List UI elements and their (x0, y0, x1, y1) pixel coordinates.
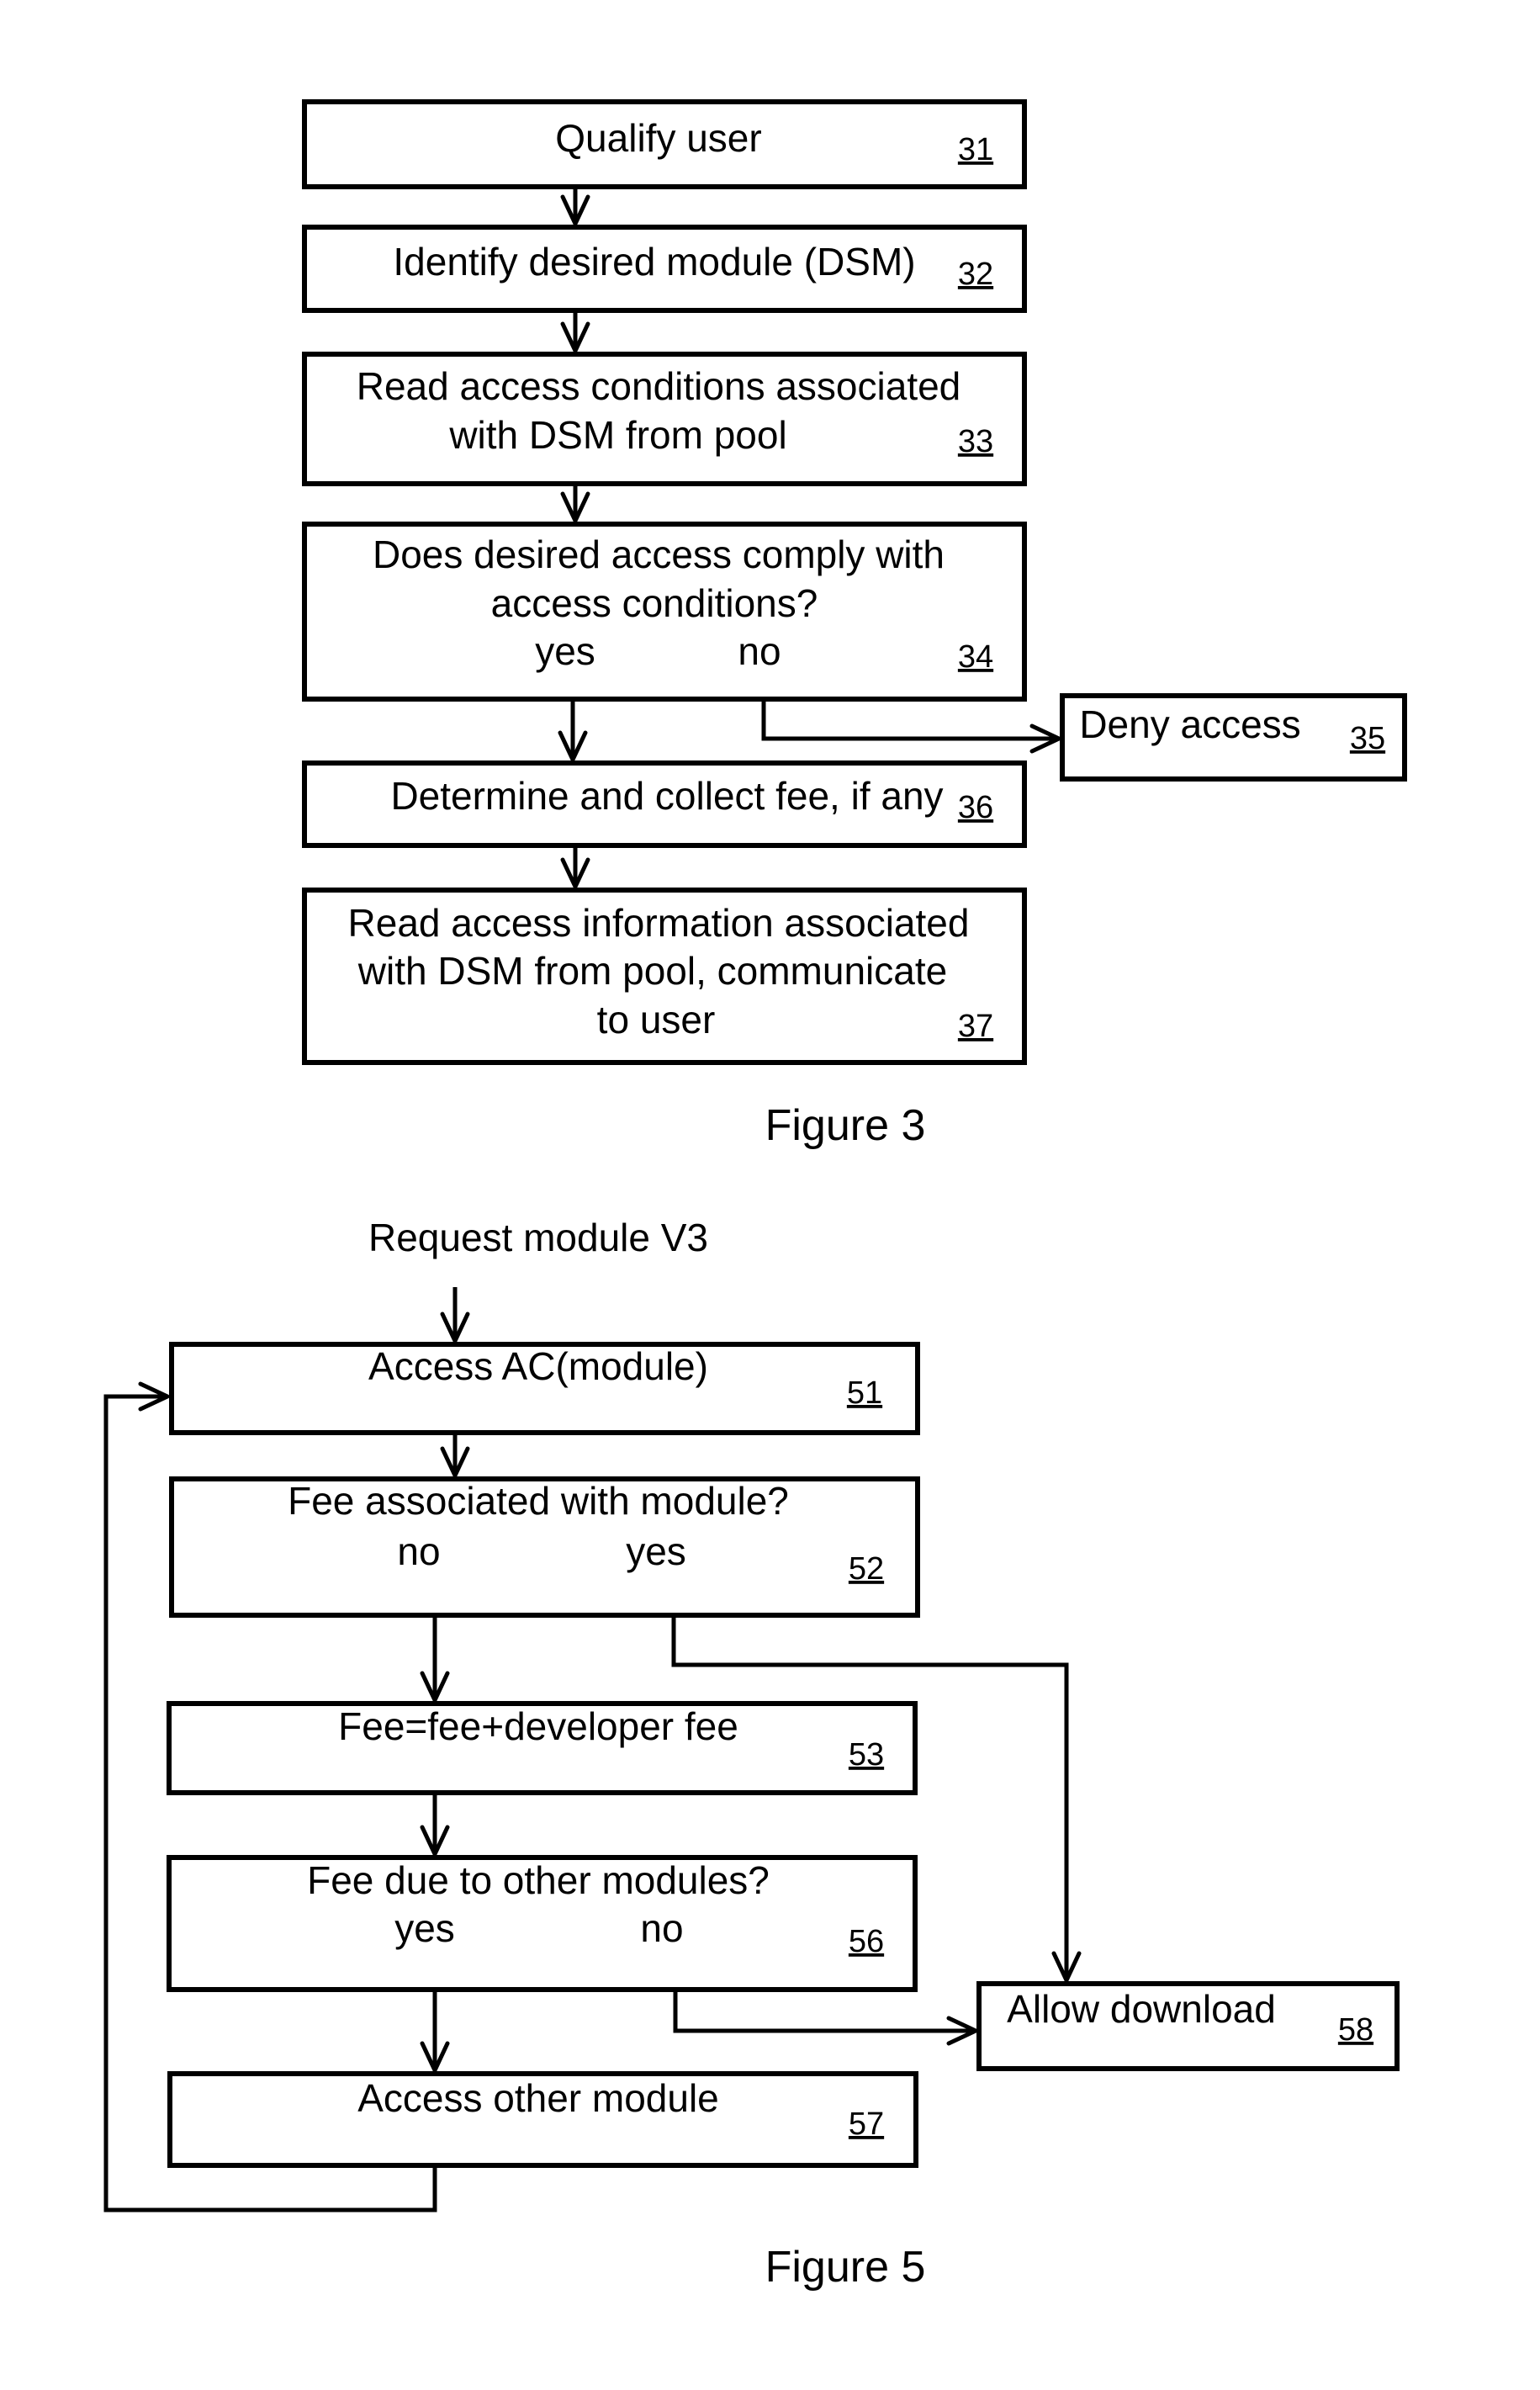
arrow-53-to-56 (420, 1793, 450, 1857)
branch-no-label: no (397, 1529, 440, 1573)
step-label: Fee associated with module? (288, 1479, 789, 1523)
step-56-fee-due-other-modules-decision: Fee due to other modules? yes no 56 (167, 1855, 918, 1992)
arrow-start-to-51 (440, 1287, 470, 1343)
step-36-collect-fee: Determine and collect fee, if any 36 (302, 760, 1027, 848)
step-ref: 52 (849, 1551, 884, 1587)
arrow-56-no-to-58 (673, 1990, 978, 2046)
step-label: Access AC(module) (368, 1344, 708, 1388)
step-label: Qualify user (555, 116, 761, 160)
step-label-line-2: access conditions? (491, 581, 818, 625)
step-label: Identify desired module (DSM) (393, 240, 915, 284)
step-32-identify-module: Identify desired module (DSM) 32 (302, 225, 1027, 313)
arrow-36-to-37 (560, 845, 590, 889)
branch-yes-label: yes (535, 629, 595, 673)
branch-no-label: no (738, 629, 781, 673)
step-ref: 32 (958, 257, 993, 292)
step-53-add-developer-fee: Fee=fee+developer fee 53 (167, 1701, 918, 1795)
arrow-56-yes-to-57 (420, 1990, 450, 2073)
step-35-deny-access: Deny access 35 (1060, 693, 1407, 782)
step-31-qualify-user: Qualify user 31 (302, 99, 1027, 189)
start-label: Request module V3 (368, 1216, 708, 1259)
branch-yes-label: yes (626, 1529, 686, 1573)
step-ref: 37 (958, 1009, 993, 1044)
arrow-33-to-34 (560, 484, 590, 523)
step-ref: 35 (1350, 721, 1385, 756)
arrow-32-to-33 (560, 310, 590, 353)
step-58-allow-download: Allow download 58 (976, 1981, 1400, 2071)
figure-3-caption: Figure 3 (765, 1101, 926, 1150)
step-ref: 31 (958, 132, 993, 167)
step-57-access-other-module: Access other module 57 (167, 2071, 918, 2168)
step-label: Access other module (357, 2076, 719, 2120)
step-34-access-compliance-decision: Does desired access comply with access c… (302, 522, 1027, 702)
step-51-access-ac-module: Access AC(module) 51 (169, 1342, 920, 1435)
step-label-line-3: to user (597, 998, 716, 1041)
patent-drawing-sheet: Qualify user 31 Identify desired module … (103, 99, 1407, 2292)
step-label-line-2: with DSM from pool, communicate (357, 949, 947, 993)
step-ref: 34 (958, 639, 993, 675)
arrow-34-no-to-35 (761, 699, 1061, 754)
step-ref: 53 (849, 1737, 884, 1773)
branch-yes-label: yes (394, 1906, 455, 1950)
step-label-line-1: Does desired access comply with (373, 533, 945, 576)
arrow-31-to-32 (560, 187, 590, 226)
step-label: Allow download (1007, 1987, 1276, 2031)
step-label: Fee due to other modules? (307, 1858, 770, 1902)
step-label-line-2: with DSM from pool (448, 413, 786, 457)
step-ref: 58 (1338, 2012, 1373, 2048)
arrow-51-to-52 (440, 1433, 470, 1478)
step-label: Deny access (1079, 702, 1300, 746)
figure-3: Qualify user 31 Identify desired module … (302, 99, 1407, 1150)
step-37-read-access-information: Read access information associated with … (302, 888, 1027, 1065)
step-ref: 57 (849, 2106, 884, 2142)
step-label-line-1: Read access conditions associated (357, 364, 961, 408)
step-label-line-1: Read access information associated (348, 901, 970, 945)
branch-no-label: no (640, 1906, 683, 1950)
step-52-fee-associated-decision: Fee associated with module? no yes 52 (169, 1476, 920, 1618)
step-label: Determine and collect fee, if any (390, 774, 943, 818)
step-33-read-access-conditions: Read access conditions associated with D… (302, 352, 1027, 486)
step-ref: 51 (847, 1375, 882, 1411)
arrow-34-yes-to-36 (558, 699, 588, 762)
figure-5-caption: Figure 5 (765, 2243, 926, 2292)
arrow-52-no-to-53 (420, 1615, 450, 1703)
step-ref: 56 (849, 1924, 884, 1959)
step-ref: 36 (958, 790, 993, 825)
figure-5: Request module V3 Access AC(module) 51 F… (103, 1216, 1400, 2292)
step-label: Fee=fee+developer fee (338, 1704, 738, 1748)
step-ref: 33 (958, 424, 993, 459)
